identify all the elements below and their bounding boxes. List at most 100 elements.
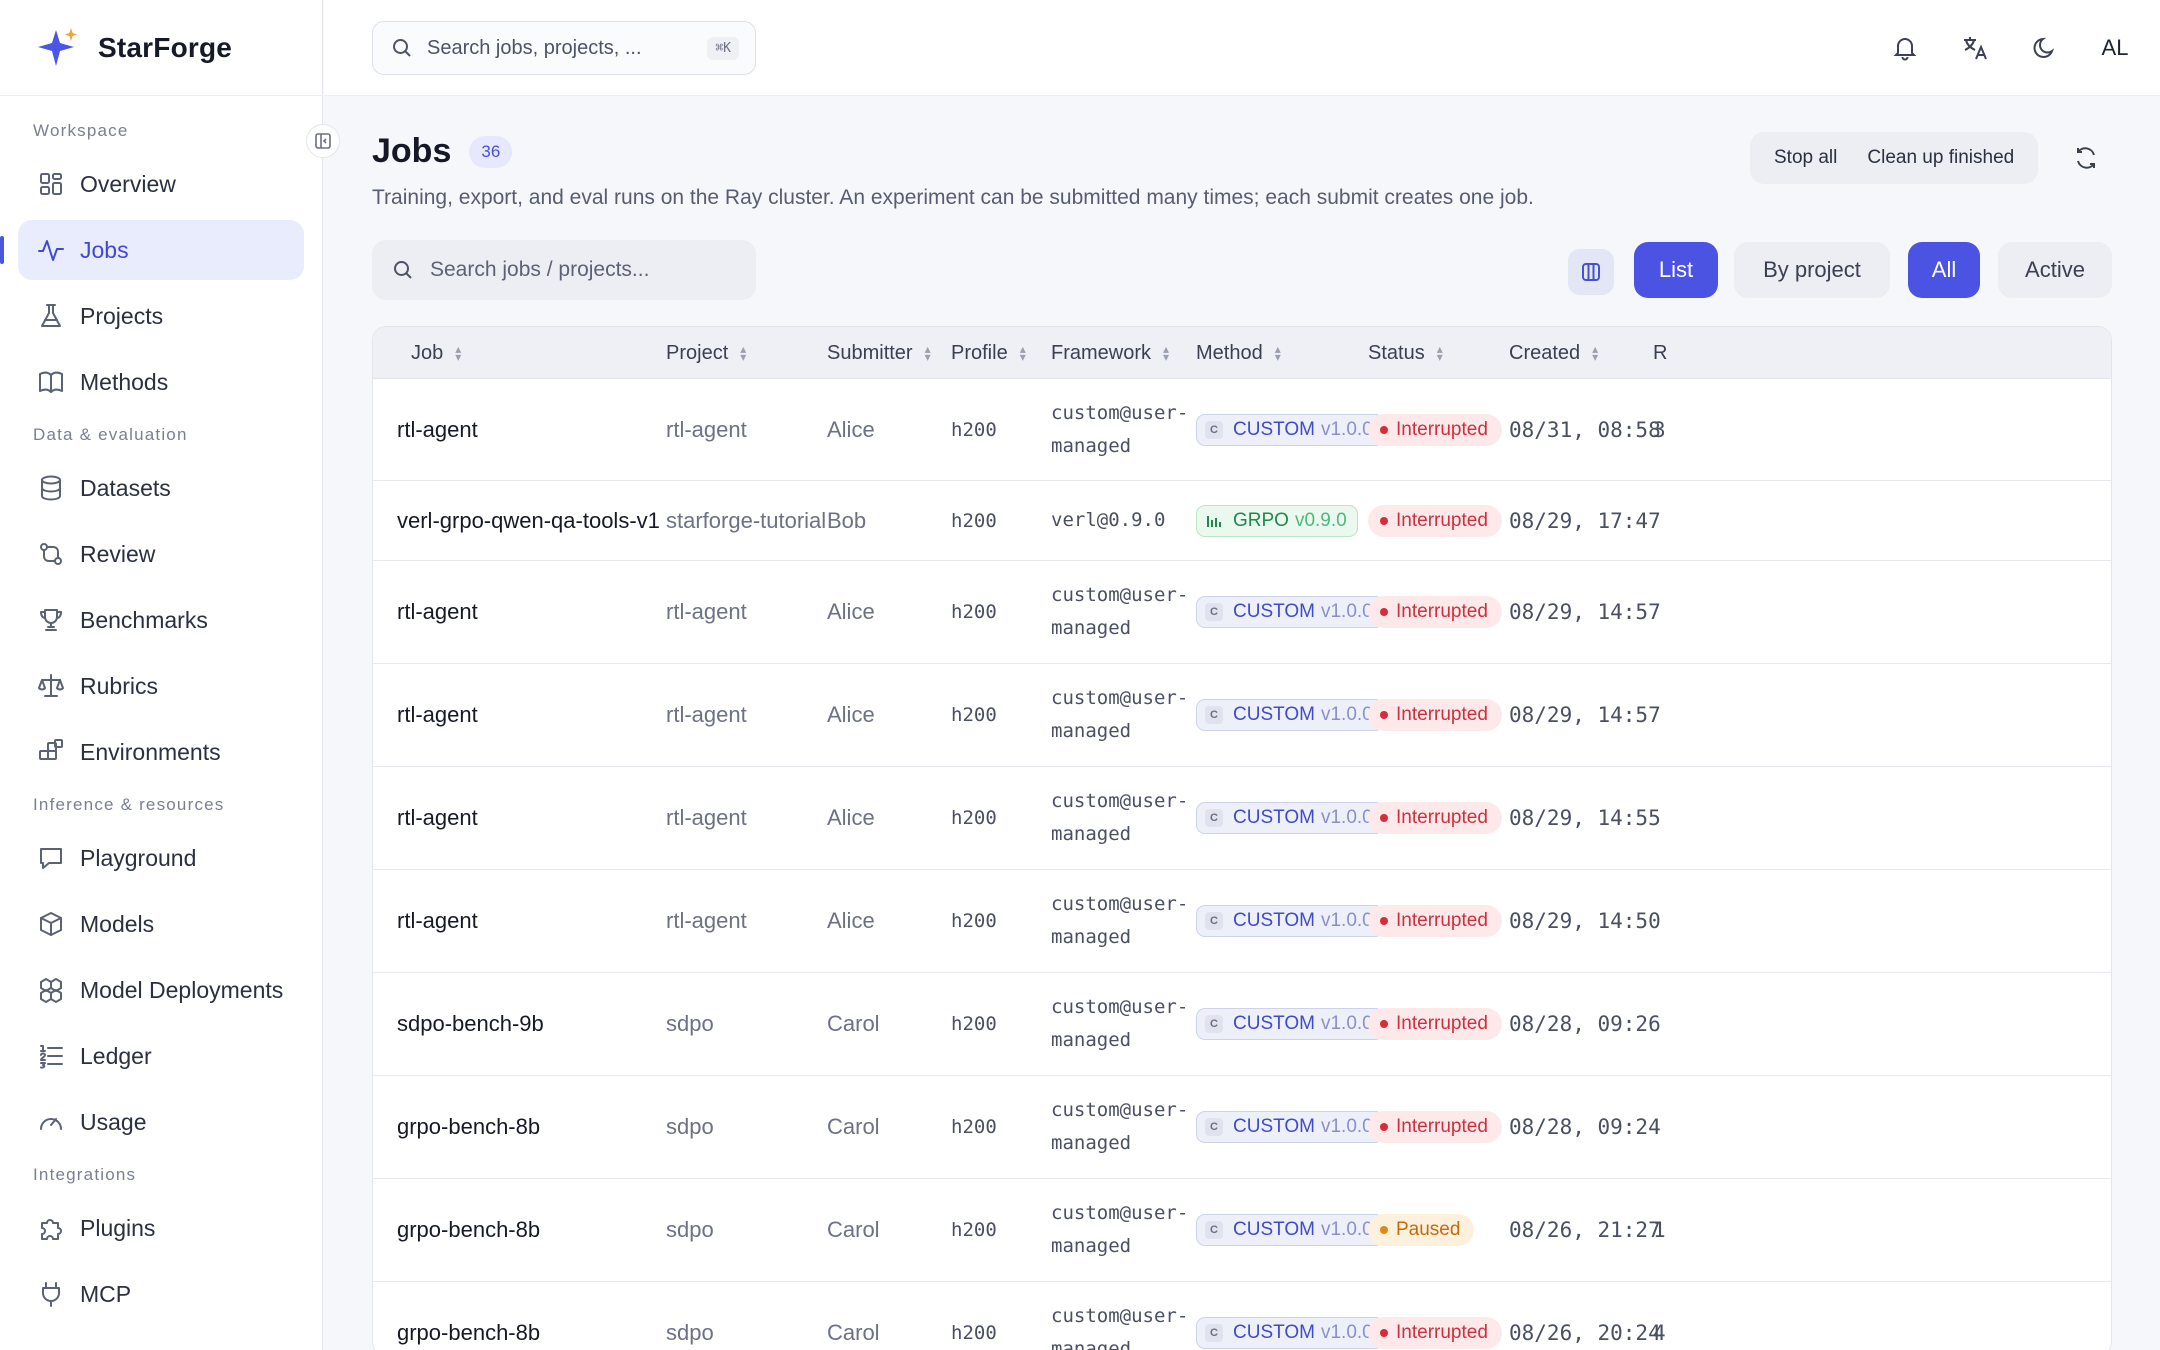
sort-icon[interactable]: ▴ ▾ xyxy=(1020,343,1026,363)
sidebar-item-ledger[interactable]: Ledger xyxy=(18,1026,304,1086)
job-name[interactable]: grpo-bench-8b xyxy=(397,1179,540,1281)
activity-icon-wrap xyxy=(36,235,66,265)
submitter-name: Bob xyxy=(827,507,867,533)
theme-toggle[interactable] xyxy=(2030,26,2060,70)
sort-icon[interactable]: ▴ ▾ xyxy=(740,343,746,363)
custom-method-icon: C xyxy=(1205,1015,1223,1033)
stop-all-button[interactable]: Stop all xyxy=(1774,147,1837,169)
sidebar-item-overview[interactable]: Overview xyxy=(18,154,304,214)
custom-method-icon: C xyxy=(1205,420,1223,439)
sidebar-item-label: Review xyxy=(80,540,156,567)
framework: custom@user-managed xyxy=(1051,401,1189,457)
sidebar-section-label: Workspace xyxy=(33,121,129,140)
refresh-button[interactable] xyxy=(2072,144,2102,174)
status-badge: Interrupted xyxy=(1368,1317,1502,1349)
table-row[interactable]: grpo-bench-8b sdpo Carol h200 custom@user-ma… xyxy=(373,1076,2111,1179)
created-time: 08/26, 20:24 xyxy=(1509,1321,1661,1345)
filter-active-tab[interactable]: Active xyxy=(1998,242,2112,298)
brand[interactable]: StarForge xyxy=(0,0,322,96)
job-name[interactable]: grpo-bench-8b xyxy=(397,1282,540,1350)
job-name[interactable]: rtl-agent xyxy=(397,664,478,766)
table-overflow-edge xyxy=(2112,326,2160,1350)
sidebar-item-playground[interactable]: Playground xyxy=(18,828,304,888)
table-row[interactable]: rtl-agent rtl-agent Alice h200 custom@user-m… xyxy=(373,870,2111,973)
column-header-created[interactable]: Created ▴ ▾ xyxy=(1509,327,1598,379)
table-row[interactable]: verl-grpo-qwen-qa-tools-v1 starforge-tuto… xyxy=(373,481,2111,561)
sidebar-item-datasets[interactable]: Datasets xyxy=(18,458,304,518)
column-header-framework[interactable]: Framework ▴ ▾ xyxy=(1051,327,1169,379)
shortcut-hint: ⌘K xyxy=(707,36,739,60)
scale-icon xyxy=(38,674,64,697)
job-name[interactable]: rtl-agent xyxy=(397,561,478,663)
notifications-button[interactable] xyxy=(1890,26,1920,70)
column-header-project[interactable]: Project ▴ ▾ xyxy=(666,327,746,379)
language-button[interactable] xyxy=(1960,26,1990,70)
cube-icon-wrap xyxy=(36,909,66,939)
clean-up-finished-button[interactable]: Clean up finished xyxy=(1867,147,2014,169)
column-header-method[interactable]: Method ▴ ▾ xyxy=(1196,327,1281,379)
method-name: CUSTOM xyxy=(1233,807,1315,828)
job-name[interactable]: rtl-agent xyxy=(397,767,478,869)
table-row[interactable]: rtl-agent rtl-agent Alice h200 custom@user-m… xyxy=(373,664,2111,767)
sort-icon[interactable]: ▴ ▾ xyxy=(1592,343,1598,363)
user-avatar[interactable]: AL xyxy=(2100,35,2130,61)
sidebar-item-mcp[interactable]: MCP xyxy=(18,1264,304,1324)
framework: custom@user-managed xyxy=(1051,1202,1189,1257)
method-cell: C CUSTOM v1.0.0 xyxy=(1196,664,1384,766)
column-header-status[interactable]: Status ▴ ▾ xyxy=(1368,327,1443,379)
sidebar-item-benchmarks[interactable]: Benchmarks xyxy=(18,590,304,650)
sidebar-item-models[interactable]: Models xyxy=(18,894,304,954)
sidebar-item-projects[interactable]: Projects xyxy=(18,286,304,346)
column-header-submitter[interactable]: Submitter ▴ ▾ xyxy=(827,327,931,379)
method-cell: C CUSTOM v1.0.0 xyxy=(1196,973,1384,1075)
jobs-search-input[interactable]: Search jobs / projects... xyxy=(372,240,756,300)
job-name[interactable]: grpo-bench-8b xyxy=(397,1076,540,1178)
submitter-name: Alice xyxy=(827,702,875,727)
column-header-r[interactable]: R xyxy=(1653,327,1667,379)
sort-icon[interactable]: ▴ ▾ xyxy=(455,343,461,363)
sidebar-item-plugins[interactable]: Plugins xyxy=(18,1198,304,1258)
framework: custom@user-managed xyxy=(1051,687,1189,742)
table-row[interactable]: grpo-bench-8b sdpo Carol h200 custom@user-ma… xyxy=(373,1282,2111,1350)
submitter-name: Alice xyxy=(827,908,875,933)
sidebar-collapse-button[interactable] xyxy=(306,124,340,158)
status-dot xyxy=(1380,1123,1388,1131)
sort-icon[interactable]: ▴ ▾ xyxy=(1163,343,1169,363)
status-badge: Interrupted xyxy=(1368,596,1502,628)
view-list-tab[interactable]: List xyxy=(1634,242,1718,298)
sort-icon[interactable]: ▴ ▾ xyxy=(1437,343,1443,363)
book-icon-wrap xyxy=(36,367,66,397)
method-version: v1.0.0 xyxy=(1320,1013,1373,1034)
sidebar-item-review[interactable]: Review xyxy=(18,524,304,584)
job-name[interactable]: verl-grpo-qwen-qa-tools-v1 xyxy=(397,481,660,560)
table-row[interactable]: sdpo-bench-9b sdpo Carol h200 custom@user-ma… xyxy=(373,973,2111,1076)
table-row[interactable]: rtl-agent rtl-agent Alice h200 custom@user-m… xyxy=(373,561,2111,664)
global-search[interactable]: Search jobs, projects, ... ⌘K xyxy=(372,21,756,75)
job-name[interactable]: sdpo-bench-9b xyxy=(397,973,544,1075)
status-label: Interrupted xyxy=(1396,1013,1488,1034)
sidebar-item-model-deployments[interactable]: Model Deployments xyxy=(18,960,304,1020)
sidebar-item-usage[interactable]: Usage xyxy=(18,1092,304,1152)
columns-toggle-button[interactable] xyxy=(1568,249,1614,295)
table-row[interactable]: rtl-agent rtl-agent Alice h200 custom@user-m… xyxy=(373,767,2111,870)
column-header-profile[interactable]: Profile ▴ ▾ xyxy=(951,327,1026,379)
custom-method-icon: C xyxy=(1205,912,1223,930)
sort-icon[interactable]: ▴ ▾ xyxy=(1275,343,1281,363)
sidebar-item-rubrics[interactable]: Rubrics xyxy=(18,656,304,716)
table-row[interactable]: rtl-agent rtl-agent Alice h200 custom@user-m… xyxy=(373,379,2111,481)
created-time: 08/29, 17:47 xyxy=(1509,508,1661,533)
sort-icon[interactable]: ▴ ▾ xyxy=(925,343,931,363)
sidebar-item-jobs[interactable]: Jobs xyxy=(0,220,304,280)
status-label: Interrupted xyxy=(1396,601,1488,622)
sidebar-item-label: Model Deployments xyxy=(80,976,284,1003)
grid-icon-wrap xyxy=(36,169,66,199)
sidebar-item-methods[interactable]: Methods xyxy=(18,352,304,412)
column-header-job[interactable]: Job ▴ ▾ xyxy=(411,327,461,379)
table-row[interactable]: grpo-bench-8b sdpo Carol h200 custom@user-ma… xyxy=(373,1179,2111,1282)
job-name[interactable]: rtl-agent xyxy=(397,379,478,480)
job-name[interactable]: rtl-agent xyxy=(397,870,478,972)
sidebar-item-environments[interactable]: Environments xyxy=(18,722,304,782)
filter-all-tab[interactable]: All xyxy=(1908,242,1980,298)
view-by-project-tab[interactable]: By project xyxy=(1734,242,1890,298)
status-cell: Interrupted xyxy=(1368,1076,1502,1178)
